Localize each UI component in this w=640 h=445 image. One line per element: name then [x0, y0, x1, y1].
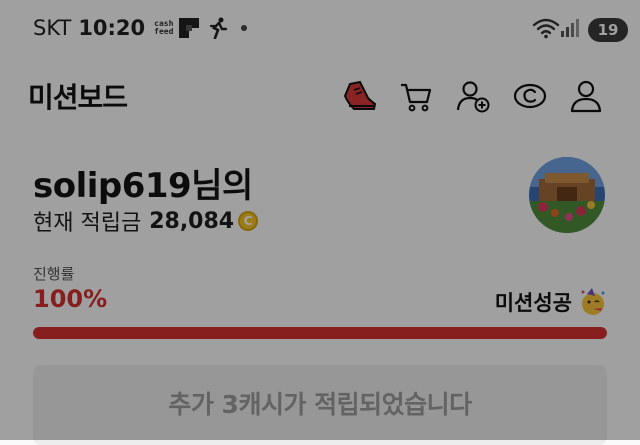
coin-icon: C [238, 211, 259, 231]
progress-label: 진행률 [33, 265, 75, 283]
balance-row: 현재 적립금 28,084 C [33, 205, 259, 237]
mission-status-text: 미션성공 [494, 291, 572, 315]
reward-banner-text: 추가 3캐시가 적립되었습니다 [168, 390, 472, 419]
cart-icon[interactable] [396, 76, 436, 116]
user-name: solip619님의 [33, 166, 253, 206]
runner-icon [207, 17, 229, 40]
progress-bar [33, 327, 607, 339]
signal-icon [560, 18, 580, 42]
add-friend-icon[interactable] [453, 76, 493, 116]
notification-dot-icon [241, 25, 248, 31]
cash-coin-icon[interactable] [510, 76, 550, 116]
reward-banner: 추가 3캐시가 적립되었습니다 [33, 365, 607, 445]
avatar[interactable] [529, 157, 605, 233]
progress-percent: 100% [33, 285, 108, 313]
party-face-icon [578, 287, 608, 317]
carrier-label: SKT [33, 16, 72, 40]
profile-icon[interactable] [566, 76, 606, 116]
mission-status: 미션성공 [495, 287, 608, 317]
progress-bar-fill [33, 327, 607, 339]
battery-indicator: 19 [588, 18, 628, 42]
cashfeed-icon: cash feed [154, 19, 174, 36]
app-header: 미션보드 [0, 66, 640, 122]
wifi-icon [532, 17, 560, 43]
status-time: 10:20 [78, 16, 146, 40]
page-title: 미션보드 [28, 81, 128, 114]
sneaker-icon[interactable] [340, 76, 380, 116]
balance-value: 28,084 [149, 208, 235, 234]
flipboard-icon [179, 18, 200, 38]
balance-label: 현재 적립금 [33, 211, 142, 236]
status-bar: SKT 10:20 cash feed 19 [0, 0, 640, 60]
